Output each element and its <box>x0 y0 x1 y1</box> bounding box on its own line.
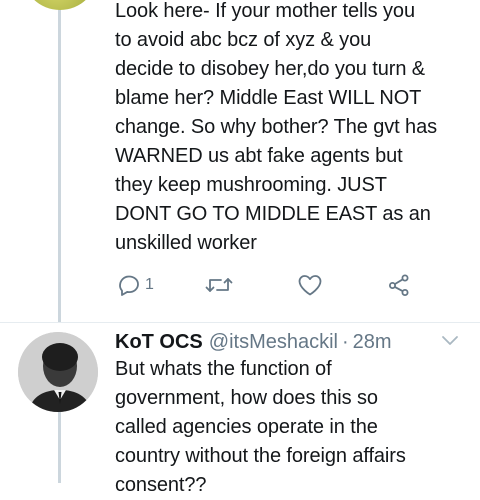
tweet-line: change. So why bother? The gvt has <box>115 116 438 138</box>
share-icon <box>387 273 411 297</box>
tweet-line: blame her? Middle East WILL NOT <box>115 87 422 109</box>
retweet-icon <box>204 273 234 297</box>
tweet-line: to avoid abc bcz of xyz & you <box>115 29 372 51</box>
tweet-line: But whats the function of <box>115 358 332 380</box>
chevron-down-icon[interactable] <box>440 334 460 353</box>
divider <box>0 322 480 323</box>
tweet-line: DONT GO TO MIDDLE EAST as an <box>115 203 431 225</box>
thread-line <box>58 0 61 322</box>
thread-line <box>58 412 61 483</box>
tweet-line: unskilled worker <box>115 232 257 254</box>
like-button[interactable] <box>297 270 323 300</box>
tweet-line: they keep mushrooming. JUST <box>115 174 387 196</box>
reply-icon <box>117 273 141 297</box>
user-handle[interactable]: @itsMeshackil <box>209 327 338 357</box>
tweet-line: consent?? <box>115 474 207 496</box>
separator: · <box>342 331 349 353</box>
tweet-header: KoT OCS @itsMeshackil · 28m <box>115 327 392 357</box>
retweet-button[interactable] <box>204 270 234 300</box>
avatar[interactable] <box>18 332 98 412</box>
tweet-line: called agencies operate in the <box>115 416 378 438</box>
tweet-body: Look here- If your mother tells you to a… <box>115 0 473 258</box>
timestamp[interactable]: 28m <box>353 327 392 357</box>
reply-count: 1 <box>145 276 154 293</box>
tweet-line: country without the foreign affairs <box>115 445 406 467</box>
tweet-line: WARNED us abt fake agents but <box>115 145 403 167</box>
tweet-action-bar: 1 <box>115 270 415 300</box>
tweet-line: government, how does this so <box>115 387 378 409</box>
display-name[interactable]: KoT OCS <box>115 327 203 357</box>
tweet-line: Look here- If your mother tells you <box>115 0 415 22</box>
share-button[interactable] <box>387 270 411 300</box>
reply-button[interactable]: 1 <box>117 270 154 300</box>
heart-icon <box>297 273 323 297</box>
avatar[interactable] <box>22 0 98 10</box>
tweet-body: But whats the function of government, ho… <box>115 355 473 500</box>
tweet-line: decide to disobey her,do you turn & <box>115 58 426 80</box>
